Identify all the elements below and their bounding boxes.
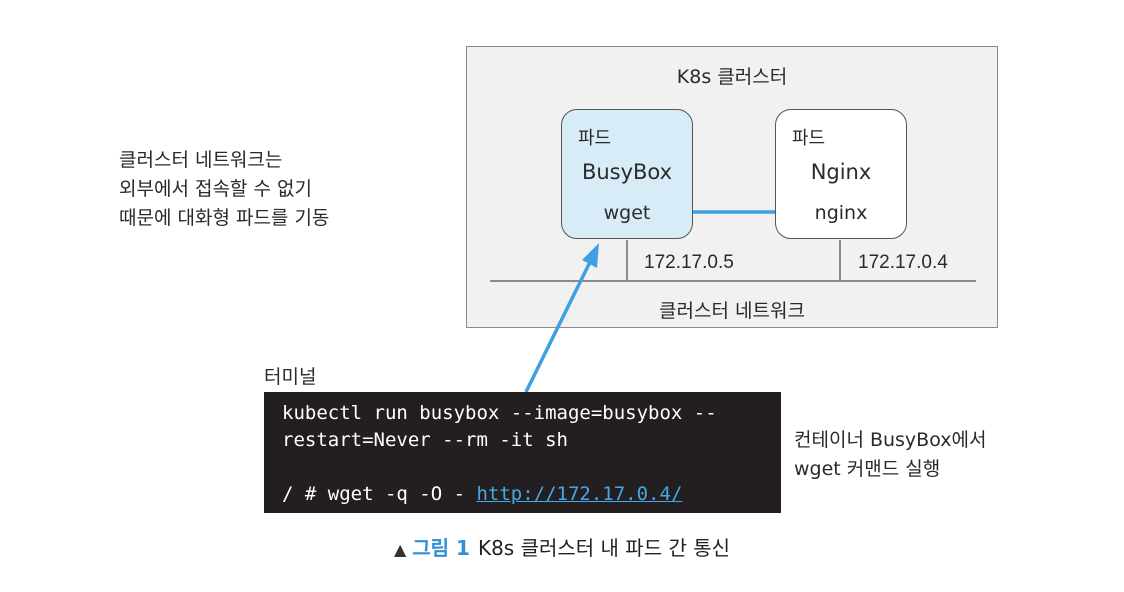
terminal-prompt: / # wget -q -O - <box>282 483 477 505</box>
terminal-line: restart=Never --rm -it sh <box>282 429 568 451</box>
right-note-line: wget 커맨드 실행 <box>794 458 941 480</box>
right-note: 컨테이너 BusyBox에서 wget 커맨드 실행 <box>794 426 986 484</box>
nginx-ip: 172.17.0.4 <box>858 252 948 273</box>
side-note-line: 클러스터 네트워크는 <box>119 149 283 171</box>
side-note-line: 외부에서 접속할 수 없기 <box>119 178 312 200</box>
figure-caption: ▲ 그림 1 K8s 클러스터 내 파드 간 통신 <box>0 532 1124 561</box>
pod-label: 파드 <box>792 128 826 149</box>
terminal-line: kubectl run busybox --image=busybox -- <box>282 402 717 424</box>
pod-name: Nginx <box>810 160 872 184</box>
terminal-title: 터미널 <box>264 366 317 388</box>
side-note: 클러스터 네트워크는 외부에서 접속할 수 없기 때문에 대화형 파드를 기동 <box>119 146 329 233</box>
busybox-ip: 172.17.0.5 <box>644 252 734 273</box>
terminal: kubectl run busybox --image=busybox -- r… <box>264 392 781 513</box>
pod-label: 파드 <box>578 128 612 149</box>
terminal-command-line: / # wget -q -O - http://172.17.0.4/ <box>282 481 763 508</box>
pod-nginx: 파드 Nginx nginx <box>775 109 907 239</box>
triangle-icon: ▲ <box>393 540 407 559</box>
network-label: 클러스터 네트워크 <box>659 300 805 322</box>
terminal-url-link[interactable]: http://172.17.0.4/ <box>476 483 682 505</box>
right-note-line: 컨테이너 BusyBox에서 <box>794 429 987 451</box>
terminal-to-busybox-arrow <box>524 259 593 393</box>
pod-name: BusyBox <box>581 160 673 184</box>
pod-busybox: 파드 BusyBox wget <box>561 109 693 239</box>
pod-command: nginx <box>814 202 868 224</box>
terminal-to-busybox-arrowhead <box>582 243 599 268</box>
side-note-line: 때문에 대화형 파드를 기동 <box>119 207 330 229</box>
figure-title: K8s 클러스터 내 파드 간 통신 <box>477 536 731 560</box>
pod-command: wget <box>603 202 651 224</box>
figure-number: 그림 1 <box>412 536 470 560</box>
